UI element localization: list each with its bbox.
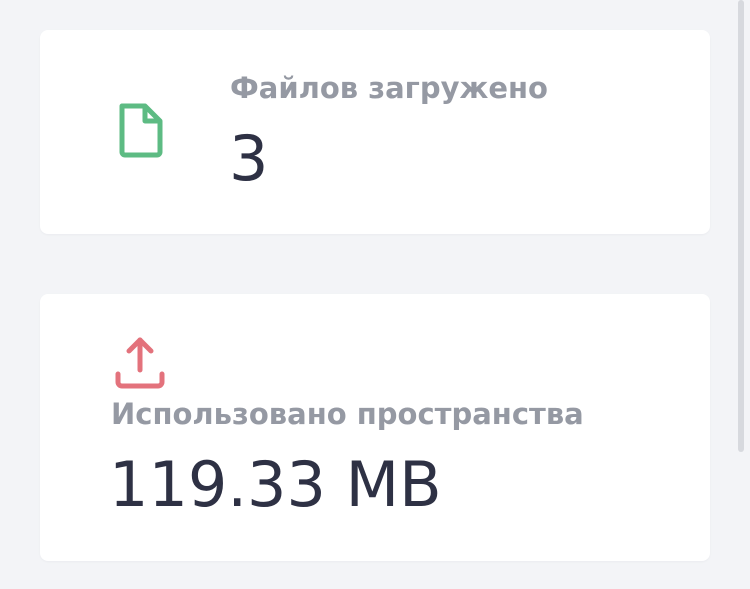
file-icon: [112, 100, 170, 160]
space-used-value: 119.33 MB: [109, 448, 442, 521]
space-used-label: Использовано пространства: [111, 397, 584, 431]
upload-icon: [110, 332, 170, 392]
files-uploaded-card: Файлов загружено 3: [40, 30, 710, 234]
files-uploaded-label: Файлов загружено: [230, 71, 548, 105]
space-used-card: Использовано пространства 119.33 MB: [40, 294, 710, 561]
scrollbar-thumb[interactable]: [738, 0, 744, 452]
dashboard-page: Файлов загружено 3 Использовано простран…: [0, 0, 750, 589]
files-uploaded-value: 3: [229, 122, 269, 195]
